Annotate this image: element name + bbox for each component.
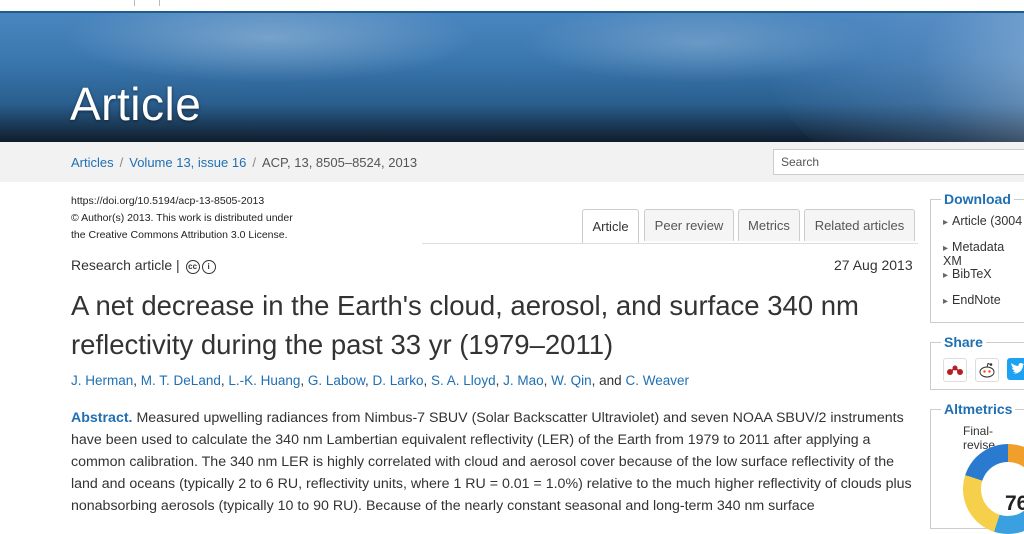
article-type-label: Research article | [71, 257, 180, 273]
tab-related-articles[interactable]: Related articles [804, 209, 915, 241]
twitter-icon[interactable] [1007, 358, 1024, 380]
tab-article[interactable]: Article [582, 209, 639, 243]
article-type: Research article | cc i [71, 257, 216, 274]
banner-cloud [60, 13, 480, 83]
attribution-icon: i [201, 260, 216, 274]
download-heading: Download [941, 191, 1014, 207]
doi-block: https://doi.org/10.5194/acp-13-8505-2013… [71, 193, 293, 244]
share-panel: Share [930, 334, 1024, 390]
search-input[interactable]: Search [773, 149, 1024, 175]
author-link[interactable]: G. Labow [308, 373, 365, 388]
tab-peer-review[interactable]: Peer review [644, 209, 734, 241]
doi-link[interactable]: https://doi.org/10.5194/acp-13-8505-2013 [71, 193, 293, 210]
author-link[interactable]: J. Mao [503, 373, 544, 388]
banner-title: Article [70, 78, 202, 130]
altmetrics-heading: Altmetrics [941, 401, 1016, 417]
share-heading: Share [941, 334, 986, 350]
abstract-label: Abstract. [71, 410, 133, 426]
copyright-text: © Author(s) 2013. This work is distribut… [71, 212, 293, 224]
header-banner: Article [0, 13, 1024, 142]
article-title: A net decrease in the Earth's cloud, aer… [71, 286, 921, 364]
author-link[interactable]: S. A. Lloyd [431, 373, 496, 388]
top-bar-tab-mark [134, 0, 160, 6]
download-metadata-link[interactable]: Metadata XM [943, 240, 1024, 268]
breadcrumb-separator: / [252, 155, 256, 170]
reddit-icon[interactable] [975, 358, 999, 382]
altmetrics-panel: Altmetrics Final-revise 76 [930, 401, 1024, 534]
author-conjunction: and [599, 373, 622, 388]
download-panel: Download Article (3004 Metadata XM BibTe… [930, 191, 1024, 323]
download-bibtex-link[interactable]: BibTeX [943, 267, 992, 281]
breadcrumb-citation: ACP, 13, 8505–8524, 2013 [261, 155, 418, 170]
breadcrumb-articles[interactable]: Articles [71, 155, 114, 170]
tab-metrics[interactable]: Metrics [738, 209, 800, 241]
top-bar [0, 0, 1024, 13]
mendeley-icon[interactable] [943, 358, 967, 382]
article-title-line: reflectivity during the past 33 yr (1979… [71, 329, 614, 360]
author-link[interactable]: L.-K. Huang [228, 373, 300, 388]
altmetric-score: 76 [1005, 492, 1024, 515]
author-link[interactable]: C. Weaver [625, 373, 689, 388]
breadcrumb-volume[interactable]: Volume 13, issue 16 [129, 155, 246, 170]
download-article-link[interactable]: Article (3004 [943, 214, 1022, 228]
breadcrumb-separator: / [119, 155, 124, 170]
abstract-text: Measured upwelling radiances from Nimbus… [71, 410, 912, 514]
author-list: J. Herman, M. T. DeLand, L.-K. Huang, G.… [71, 373, 689, 388]
breadcrumb: Articles / Volume 13, issue 16 / ACP, 13, 85… [71, 155, 417, 170]
article-title-line: A net decrease in the Earth's cloud, aer… [71, 290, 859, 321]
article-tabs: Article Peer review Metrics Related arti… [422, 209, 918, 244]
author-link[interactable]: W. Qin [551, 373, 592, 388]
publication-date: 27 Aug 2013 [834, 257, 913, 273]
license-text: the Creative Commons Attribution 3.0 Lic… [71, 229, 288, 241]
banner-earth-glow [760, 13, 1024, 142]
author-link[interactable]: M. T. DeLand [141, 373, 221, 388]
author-link[interactable]: J. Herman [71, 373, 133, 388]
download-endnote-link[interactable]: EndNote [943, 293, 1001, 307]
abstract: Abstract. Measured upwelling radiances f… [71, 407, 916, 517]
author-link[interactable]: D. Larko [372, 373, 423, 388]
creative-commons-icon: cc [185, 260, 200, 274]
altmetric-donut[interactable]: 76 [963, 444, 1024, 534]
